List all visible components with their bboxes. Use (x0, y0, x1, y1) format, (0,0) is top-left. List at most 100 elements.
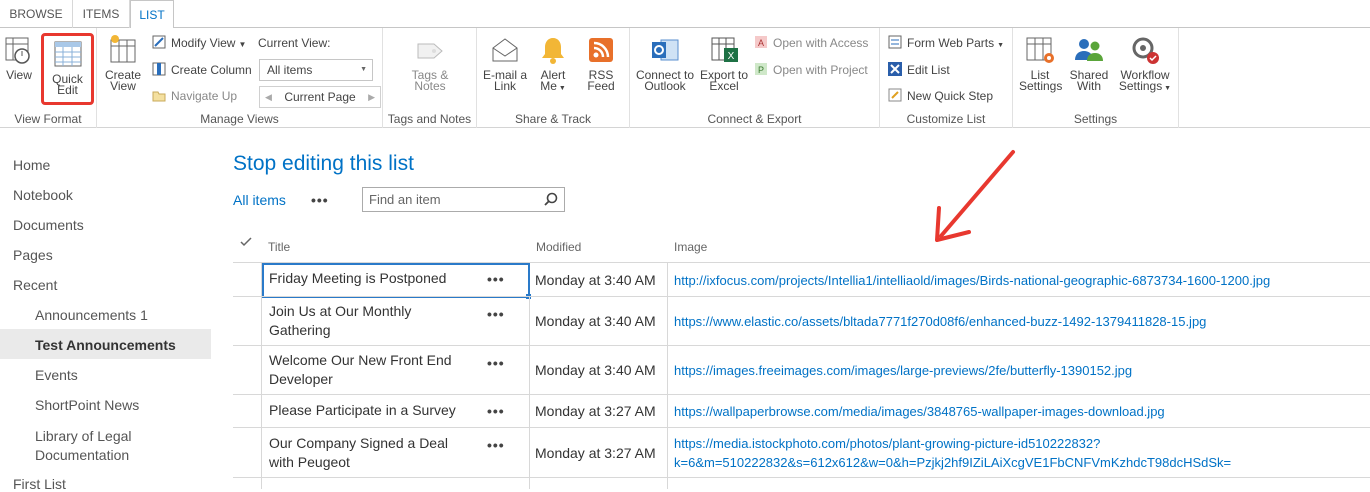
access-label: Open with Access (773, 36, 869, 50)
row-select-cell[interactable] (233, 478, 262, 489)
row-title[interactable]: Friday Meeting is Postponed (269, 269, 446, 288)
table-row[interactable] (233, 477, 1370, 489)
group-manage-views: Create View Modify View ▼ Create Column N… (97, 28, 383, 128)
search-box[interactable]: Find an item (362, 187, 565, 212)
new-quick-step-label: New Quick Step (907, 89, 994, 103)
column-header-image[interactable]: Image (674, 240, 707, 254)
nav-item-recent[interactable]: Recent (13, 277, 57, 293)
row-select-cell[interactable] (233, 297, 262, 345)
tags-notes-button[interactable]: Tags & Notes (407, 34, 453, 92)
column-header-modified[interactable]: Modified (536, 240, 581, 254)
nav-item-first-list[interactable]: First List (13, 476, 66, 492)
table-row[interactable]: Friday Meeting is Postponed ••• Monday a… (233, 262, 1370, 299)
form-web-parts-icon (888, 35, 902, 49)
search-icon[interactable] (544, 192, 558, 206)
row-select-cell[interactable] (233, 263, 262, 296)
shared-with-button[interactable]: Shared With (1067, 34, 1111, 92)
list-settings-button[interactable]: List Settings (1019, 34, 1062, 92)
table-row[interactable]: Please Participate in a Survey ••• Monda… (233, 394, 1370, 427)
nav-item-home[interactable]: Home (13, 157, 50, 173)
row-image-link[interactable]: https://media.istockphoto.com/photos/pla… (674, 434, 1231, 472)
create-view-icon (110, 35, 136, 63)
nav-item-library-of-legal-documentation[interactable]: Library of Legal Documentation (35, 427, 132, 465)
current-page-pager: ◀ Current Page ▶ (259, 86, 381, 108)
stop-editing-link[interactable]: Stop editing this list (233, 152, 414, 176)
previous-page-icon[interactable]: ◀ (265, 87, 272, 107)
row-image-link[interactable]: https://images.freeimages.com/images/lar… (674, 361, 1132, 380)
row-select-cell[interactable] (233, 395, 262, 427)
nav-item-documents[interactable]: Documents (13, 217, 84, 233)
tab-items[interactable]: ITEMS (73, 0, 130, 28)
next-page-icon[interactable]: ▶ (368, 87, 375, 107)
row-title[interactable]: Welcome Our New Front End Developer (269, 351, 452, 389)
current-view-label: Current View: (258, 36, 331, 50)
tab-browse[interactable]: BROWSE (0, 0, 73, 28)
svg-text:A: A (758, 38, 764, 48)
form-web-parts-button[interactable]: Form Web Parts ▼ (888, 33, 1004, 53)
list-settings-icon (1026, 37, 1054, 63)
current-page-label: Current Page (284, 90, 356, 104)
select-all-check-icon[interactable] (240, 237, 252, 247)
export-excel-button[interactable]: X Export to Excel (698, 34, 750, 92)
access-icon: A (755, 36, 767, 48)
connect-outlook-button[interactable]: Connect to Outlook (634, 34, 696, 92)
tab-list[interactable]: LIST (130, 0, 174, 29)
row-image-link[interactable]: https://www.elastic.co/assets/bltada7771… (674, 312, 1206, 331)
chevron-down-icon: ▼ (997, 42, 1005, 49)
row-more-button[interactable]: ••• (487, 403, 505, 419)
table-row[interactable]: Welcome Our New Front End Developer ••• M… (233, 345, 1370, 394)
open-project-button[interactable]: P Open with Project (754, 60, 868, 80)
group-tags-notes: Tags & Notes Tags and Notes (383, 28, 477, 128)
group-label-settings: Settings (1073, 112, 1118, 126)
row-more-button[interactable]: ••• (487, 271, 505, 287)
quick-edit-label-2: Edit (57, 83, 78, 97)
create-column-label: Create Column (171, 63, 252, 77)
column-header-title[interactable]: Title (268, 240, 290, 254)
new-quick-step-button[interactable]: New Quick Step (888, 86, 993, 106)
table-row[interactable]: Join Us at Our Monthly Gathering ••• Mond… (233, 296, 1370, 345)
more-views-button[interactable]: ••• (311, 192, 329, 208)
rss-feed-button[interactable]: RSS Feed (581, 34, 621, 92)
nav-item-pages[interactable]: Pages (13, 247, 53, 263)
workflow-icon (1132, 37, 1159, 64)
shared-with-label-2: With (1077, 79, 1101, 93)
nav-item-shortpoint-news[interactable]: ShortPoint News (35, 397, 139, 413)
modify-view-icon (152, 35, 166, 49)
row-more-button[interactable]: ••• (487, 437, 505, 453)
row-image-link[interactable]: https://wallpaperbrowse.com/media/images… (674, 402, 1165, 421)
current-view-select[interactable]: All items ▼ (259, 59, 373, 81)
create-column-button[interactable]: Create Column (152, 60, 252, 80)
view-all-items[interactable]: All items (233, 192, 286, 208)
title-cell[interactable] (262, 478, 530, 489)
group-label-manage-views: Manage Views (200, 112, 279, 126)
view-button[interactable]: View (2, 34, 36, 81)
table-row[interactable]: Our Company Signed a Deal with Peugeot ••… (233, 427, 1370, 477)
row-image-link[interactable]: http://ixfocus.com/projects/Intellia1/in… (674, 271, 1270, 290)
create-view-button[interactable]: Create View (103, 34, 143, 92)
row-more-button[interactable]: ••• (487, 355, 505, 371)
row-title[interactable]: Our Company Signed a Deal with Peugeot (269, 434, 448, 472)
workflow-settings-button[interactable]: Workflow Settings ▼ (1117, 34, 1173, 94)
row-more-button[interactable]: ••• (487, 306, 505, 322)
edit-list-button[interactable]: Edit List (888, 60, 950, 80)
view-icon (5, 37, 30, 64)
nav-item-events[interactable]: Events (35, 367, 78, 383)
row-modified: Monday at 3:27 AM (535, 403, 656, 419)
row-title[interactable]: Join Us at Our Monthly Gathering (269, 302, 411, 340)
nav-item-announcements-1[interactable]: Announcements 1 (35, 307, 148, 323)
group-customize-list: Form Web Parts ▼ Edit List New Quick Step… (880, 28, 1013, 128)
email-link-button[interactable]: E-mail a Link (482, 34, 528, 92)
row-title[interactable]: Please Participate in a Survey (269, 401, 456, 420)
nav-item-notebook[interactable]: Notebook (13, 187, 73, 203)
alert-me-button[interactable]: Alert Me ▼ (534, 34, 572, 94)
navigate-up-button[interactable]: Navigate Up (152, 86, 237, 106)
group-view-format: View Quick Edit View Format (0, 28, 97, 128)
nav-item-test-announcements[interactable]: Test Announcements (35, 337, 176, 353)
modify-view-button[interactable]: Modify View ▼ (152, 33, 246, 53)
quick-edit-button[interactable]: Quick Edit (41, 33, 94, 105)
people-icon (1075, 39, 1103, 61)
row-select-cell[interactable] (233, 346, 262, 394)
row-select-cell[interactable] (233, 428, 262, 477)
nav-item-label-line-1: Library of Legal (35, 428, 132, 444)
open-access-button[interactable]: A Open with Access (754, 33, 868, 53)
